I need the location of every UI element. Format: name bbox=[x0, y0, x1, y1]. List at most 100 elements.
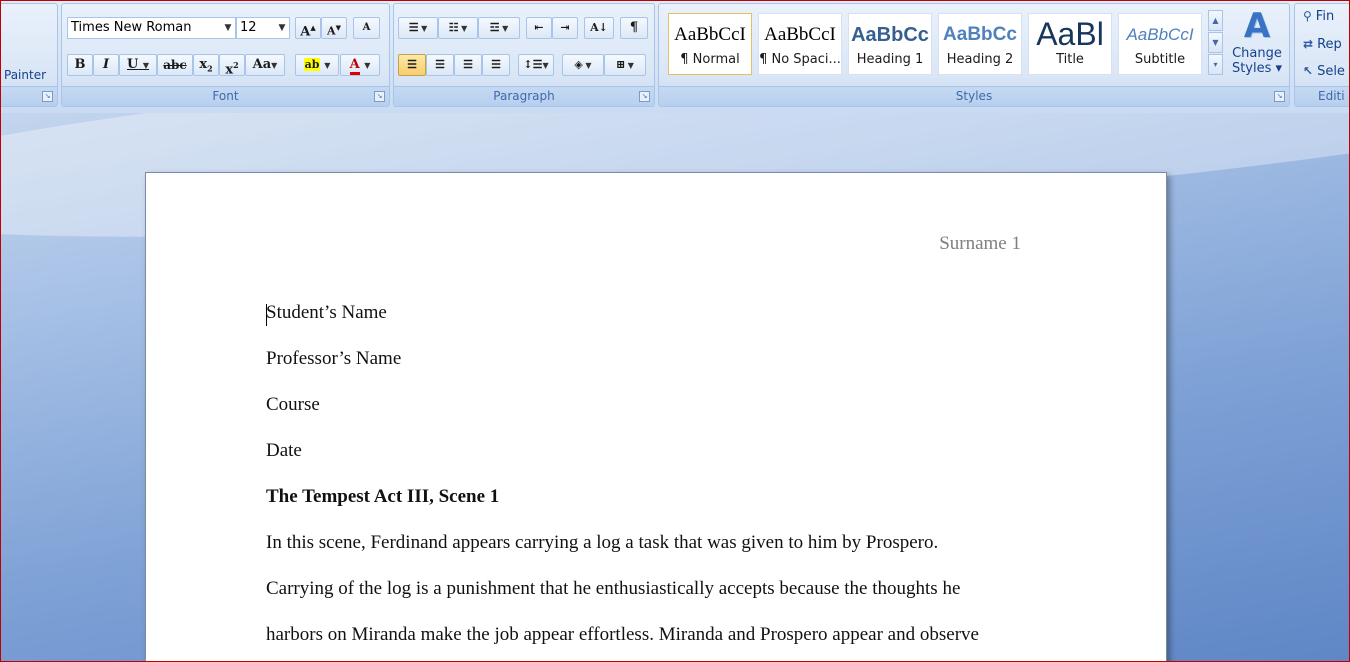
gallery-down-icon[interactable]: ▼ bbox=[1208, 32, 1223, 53]
grow-font-icon: A bbox=[300, 24, 311, 40]
justify-button[interactable]: ☰ bbox=[482, 54, 510, 76]
italic-icon: I bbox=[102, 57, 110, 72]
align-left-button[interactable]: ☰ bbox=[398, 54, 426, 76]
style-name: Heading 1 bbox=[856, 52, 924, 67]
gallery-up-icon[interactable]: ▲ bbox=[1208, 10, 1223, 31]
subscript-button[interactable]: x2 bbox=[193, 54, 219, 76]
style-name: Heading 2 bbox=[946, 52, 1014, 67]
paragraph-group-label: Paragraph bbox=[394, 86, 654, 106]
multilevel-list-icon: ☲ bbox=[489, 21, 500, 34]
gallery-more-icon[interactable]: ▾ bbox=[1208, 54, 1223, 75]
decrease-indent-button[interactable]: ⇤ bbox=[526, 17, 552, 39]
change-case-button[interactable]: Aa▼ bbox=[245, 54, 285, 76]
highlight-button[interactable]: ab ▼ bbox=[295, 54, 339, 76]
bullets-button[interactable]: ☰ ▼ bbox=[398, 17, 438, 39]
doc-paragraph-line[interactable]: Carrying of the log is a punishment that… bbox=[266, 578, 960, 600]
format-painter-button[interactable]: Painter bbox=[4, 68, 46, 82]
multilevel-list-button[interactable]: ☲ ▼ bbox=[478, 17, 520, 39]
ribbon: Painter ↘ Times New Roman ▼ 12 ▼ A▲ A▼ A… bbox=[0, 0, 1350, 114]
style-normal[interactable]: AaBbCcI ¶ Normal bbox=[668, 13, 752, 75]
paragraph-dialog-launcher-icon[interactable]: ↘ bbox=[639, 91, 650, 102]
page-header[interactable]: Surname 1 bbox=[939, 233, 1021, 255]
doc-title[interactable]: The Tempest Act III, Scene 1 bbox=[266, 486, 499, 508]
superscript-button[interactable]: x2 bbox=[219, 54, 245, 77]
font-color-button[interactable]: A ▼ bbox=[340, 54, 380, 76]
numbered-list-icon: ☷ bbox=[448, 21, 459, 34]
font-name-value: Times New Roman bbox=[71, 20, 192, 35]
style-heading-1[interactable]: AaBbCc Heading 1 bbox=[848, 13, 932, 75]
select-button[interactable]: ↖ Sele bbox=[1303, 64, 1345, 79]
style-sample: AaBl bbox=[1036, 16, 1104, 52]
bold-button[interactable]: B bbox=[67, 54, 93, 76]
style-no-spacing[interactable]: AaBbCcI ¶ No Spaci... bbox=[758, 13, 842, 75]
shrink-font-button[interactable]: A▼ bbox=[321, 17, 347, 39]
font-group: Times New Roman ▼ 12 ▼ A▲ A▼ A B I U ▼ a… bbox=[61, 3, 390, 107]
styles-dialog-launcher-icon[interactable]: ↘ bbox=[1274, 91, 1285, 102]
justify-icon: ☰ bbox=[491, 58, 501, 71]
binoculars-icon: ⚲ bbox=[1303, 9, 1312, 23]
align-right-button[interactable]: ☰ bbox=[454, 54, 482, 76]
replace-label: Rep bbox=[1317, 37, 1342, 52]
sort-button[interactable]: A↓ bbox=[584, 17, 614, 39]
line-spacing-button[interactable]: ↕☰▼ bbox=[518, 54, 554, 76]
underline-icon: U bbox=[126, 57, 139, 72]
clipboard-group: Painter ↘ bbox=[0, 3, 58, 107]
document-canvas[interactable]: Surname 1 Student’s Name Professor’s Nam… bbox=[0, 113, 1350, 662]
italic-button[interactable]: I bbox=[93, 54, 119, 76]
doc-paragraph-line[interactable]: harbors on Miranda make the job appear e… bbox=[266, 624, 979, 646]
find-label: Fin bbox=[1315, 9, 1335, 24]
clear-formatting-button[interactable]: A bbox=[353, 17, 380, 39]
clipboard-launcher-icon[interactable]: ↘ bbox=[42, 91, 53, 102]
numbering-button[interactable]: ☷ ▼ bbox=[438, 17, 478, 39]
chevron-down-icon: ▼ bbox=[278, 23, 286, 33]
style-sample: AaBbCc bbox=[943, 24, 1017, 45]
underline-button[interactable]: U ▼ bbox=[119, 54, 157, 76]
paragraph-group: ☰ ▼ ☷ ▼ ☲ ▼ ⇤ ⇥ A↓ ¶ ☰ ☰ ☰ ☰ ↕☰▼ ◈ ▼ ⊞ ▼… bbox=[393, 3, 655, 107]
borders-icon: ⊞ bbox=[616, 58, 626, 71]
subscript-icon: x bbox=[199, 57, 208, 72]
replace-button[interactable]: ⇄ Rep bbox=[1303, 37, 1342, 52]
style-title[interactable]: AaBl Title bbox=[1028, 13, 1112, 75]
select-label: Sele bbox=[1317, 64, 1345, 79]
shading-button[interactable]: ◈ ▼ bbox=[562, 54, 604, 76]
align-center-button[interactable]: ☰ bbox=[426, 54, 454, 76]
style-heading-2[interactable]: AaBbCc Heading 2 bbox=[938, 13, 1022, 75]
styles-gallery-scroll: ▲ ▼ ▾ bbox=[1208, 10, 1223, 76]
doc-line-course[interactable]: Course bbox=[266, 394, 320, 416]
borders-button[interactable]: ⊞ ▼ bbox=[604, 54, 646, 76]
pilcrow-icon: ¶ bbox=[629, 20, 639, 35]
style-sample: AaBbCcI bbox=[674, 24, 746, 45]
doc-paragraph-line[interactable]: In this scene, Ferdinand appears carryin… bbox=[266, 532, 938, 554]
font-color-icon: A bbox=[349, 57, 360, 75]
font-size-combo[interactable]: 12 ▼ bbox=[236, 17, 290, 39]
replace-icon: ⇄ bbox=[1303, 37, 1314, 51]
highlighter-icon: ab bbox=[303, 58, 321, 71]
style-name: Title bbox=[1056, 52, 1084, 67]
strikethrough-button[interactable]: abc bbox=[157, 54, 193, 76]
increase-indent-button[interactable]: ⇥ bbox=[552, 17, 578, 39]
font-dialog-launcher-icon[interactable]: ↘ bbox=[374, 91, 385, 102]
doc-line-professor-name[interactable]: Professor’s Name bbox=[266, 348, 401, 370]
doc-line-student-name[interactable]: Student’s Name bbox=[266, 302, 387, 324]
style-name: Subtitle bbox=[1134, 52, 1186, 67]
style-sample: AaBbCcI bbox=[1126, 25, 1194, 44]
paint-bucket-icon: ◈ bbox=[574, 58, 583, 71]
change-styles-icon: A bbox=[1243, 6, 1271, 46]
doc-line-date[interactable]: Date bbox=[266, 440, 302, 462]
sort-icon: A↓ bbox=[590, 21, 608, 34]
show-formatting-button[interactable]: ¶ bbox=[620, 17, 648, 39]
font-name-combo[interactable]: Times New Roman ▼ bbox=[67, 17, 236, 39]
change-styles-button[interactable]: A Change Styles ▾ bbox=[1228, 6, 1286, 86]
change-case-icon: Aa bbox=[252, 57, 272, 72]
strikethrough-icon: abc bbox=[163, 58, 187, 72]
chevron-down-icon: ▼ bbox=[224, 23, 232, 33]
align-center-icon: ☰ bbox=[435, 58, 445, 71]
style-subtitle[interactable]: AaBbCcI Subtitle bbox=[1118, 13, 1202, 75]
find-button[interactable]: ⚲ Fin bbox=[1303, 9, 1334, 24]
bullet-list-icon: ☰ bbox=[408, 21, 419, 34]
line-spacing-icon: ↕☰ bbox=[523, 58, 543, 71]
document-page[interactable]: Surname 1 Student’s Name Professor’s Nam… bbox=[145, 172, 1167, 662]
change-styles-label: Change bbox=[1232, 46, 1282, 61]
font-group-label: Font bbox=[62, 86, 389, 106]
grow-font-button[interactable]: A▲ bbox=[295, 17, 321, 39]
